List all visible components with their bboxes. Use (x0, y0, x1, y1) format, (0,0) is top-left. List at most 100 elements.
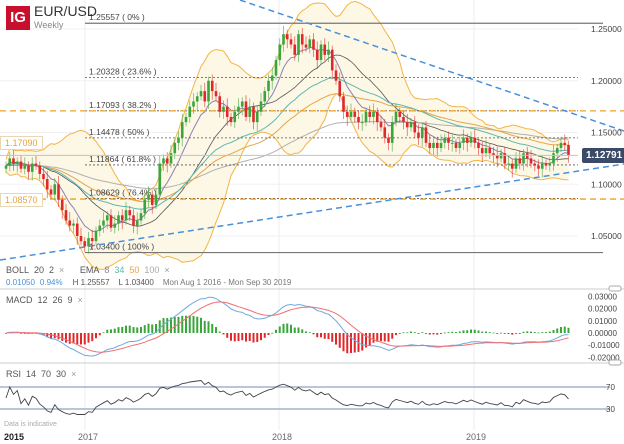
candle (533, 163, 537, 166)
macd-histogram-bar (207, 321, 210, 333)
fib-label: 1.08629 ( 76.4% ) (89, 187, 157, 197)
candle (503, 153, 507, 164)
macd-histogram-bar (181, 315, 184, 333)
macd-histogram-bar (402, 332, 405, 334)
candle (38, 165, 42, 174)
candle (435, 142, 439, 149)
macd-histogram-bar (526, 331, 529, 333)
candle (79, 236, 83, 242)
candle (19, 161, 23, 169)
macd-histogram-bar (68, 333, 71, 344)
rsi-tick-label: 30 (606, 405, 615, 414)
macd-histogram-bar (252, 333, 255, 343)
panel-resize-handle[interactable] (608, 285, 622, 292)
candle (4, 165, 8, 169)
macd-legend: MACD 12 26 9 × (6, 295, 88, 305)
macd-slow: 26 (52, 295, 63, 305)
macd-histogram-bar (147, 323, 150, 333)
macd-histogram-bar (76, 333, 79, 345)
macd-histogram-bar (417, 333, 420, 334)
candle (128, 210, 132, 216)
candle (559, 142, 563, 149)
macd-histogram-bar (391, 333, 394, 339)
candle (158, 163, 162, 195)
macd-histogram-bar (61, 333, 64, 341)
candle (357, 116, 360, 123)
change-pct: 0.94% (39, 278, 63, 287)
rsi-period: 14 (26, 369, 37, 379)
rsi-lower: 30 (56, 369, 67, 379)
candle (233, 111, 237, 123)
macd-fast: 12 (37, 295, 48, 305)
macd-histogram-bar (125, 325, 127, 333)
candle (537, 165, 540, 169)
candle (312, 39, 315, 50)
macd-histogram-bar (121, 326, 124, 333)
macd-histogram-bar (481, 331, 484, 333)
macd-histogram-bar (560, 327, 562, 333)
macd-histogram-bar (350, 333, 352, 354)
macd-histogram-bar (395, 333, 397, 336)
macd-histogram-bar (301, 329, 304, 333)
macd-histogram-bar (312, 333, 315, 335)
candle (45, 179, 49, 190)
candle (454, 142, 458, 149)
high-value: H 1.25557 (72, 278, 110, 287)
macd-histogram-bar (72, 333, 75, 344)
remove-ema-icon[interactable]: × (164, 265, 169, 275)
macd-histogram-bar (406, 332, 409, 334)
candle (207, 80, 210, 102)
remove-macd-icon[interactable]: × (78, 295, 83, 305)
candle (443, 137, 447, 143)
candle (507, 163, 510, 165)
candle (143, 199, 147, 214)
macd-histogram-bar (256, 333, 259, 342)
candle (98, 225, 102, 231)
candle (439, 142, 443, 149)
macd-histogram-bar (522, 331, 525, 333)
macd-tick-label: 0.02000 (588, 305, 617, 314)
macd-histogram-bar (503, 333, 506, 334)
candle (259, 101, 263, 112)
macd-histogram-bar (470, 329, 472, 333)
change-value: 0.01050 (6, 278, 35, 287)
macd-histogram-bar (226, 333, 229, 338)
candle (49, 189, 53, 195)
candle (195, 96, 199, 102)
candle (522, 153, 525, 164)
macd-histogram-bar (222, 333, 225, 335)
candle (57, 184, 60, 200)
candle (323, 44, 327, 55)
candle (304, 44, 308, 48)
candle (368, 111, 372, 117)
macd-histogram-bar (320, 333, 322, 338)
macd-histogram-bar (218, 331, 221, 333)
remove-boll-icon[interactable]: × (59, 265, 64, 275)
candle (297, 34, 300, 55)
remove-rsi-icon[interactable]: × (71, 369, 76, 379)
macd-histogram-bar (267, 333, 270, 335)
candle (248, 106, 252, 117)
macd-histogram-bar (432, 333, 435, 335)
candle (154, 194, 158, 205)
panel-resize-handle[interactable] (608, 359, 622, 366)
indicator-legend: BOLL 20 2 × EMA 8 34 50 100 × (6, 265, 175, 275)
macd-histogram-bar (83, 333, 86, 345)
chart-canvas[interactable]: 1.25557 ( 0% ) 1.20328 ( 23.6% ) 1.17093 (… (0, 0, 624, 444)
candle (147, 194, 150, 200)
macd-histogram-bar (308, 332, 311, 333)
candle (417, 132, 420, 138)
candle (278, 44, 282, 61)
macd-tick-label: 0.01000 (588, 317, 617, 326)
macd-histogram-bar (110, 329, 112, 333)
candle (315, 49, 319, 61)
macd-histogram-bar (113, 328, 116, 333)
macd-histogram-bar (477, 330, 480, 333)
candle (109, 215, 113, 228)
ig-logo: IG (6, 6, 30, 30)
candle (165, 158, 169, 164)
candle (222, 106, 225, 112)
price-tick-label: 1.25000 (591, 24, 622, 34)
candle (428, 142, 432, 149)
macd-histogram-bar (286, 323, 289, 333)
